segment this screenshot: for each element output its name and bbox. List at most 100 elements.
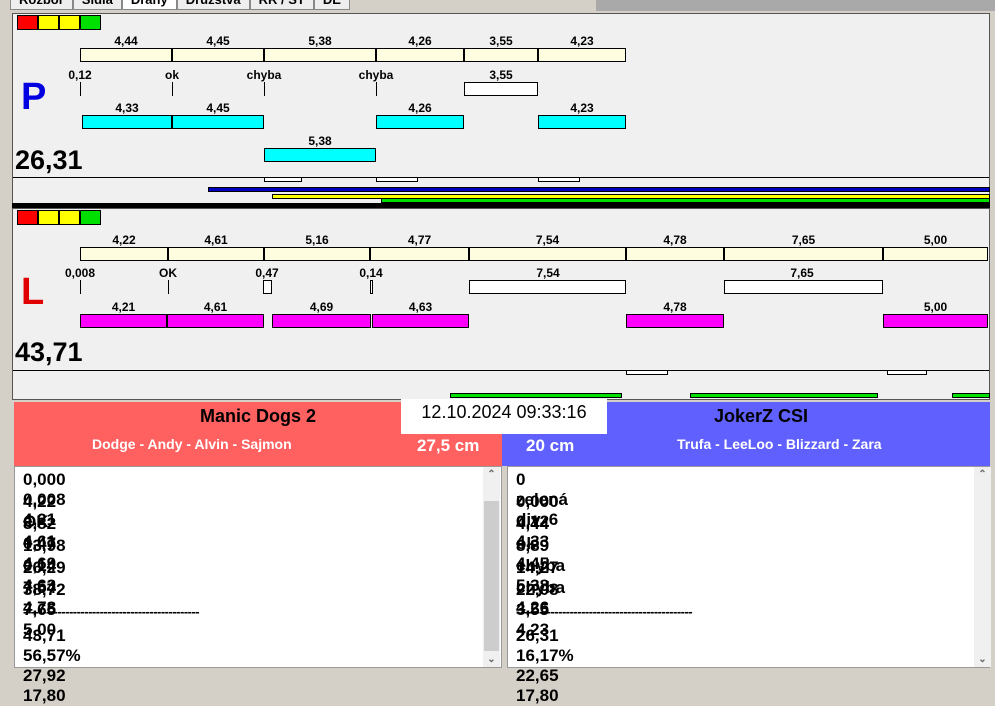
- lane-total: 43,71: [15, 337, 83, 367]
- run-bar: [372, 314, 469, 328]
- scroll-down-icon[interactable]: ⌄: [974, 654, 991, 665]
- progress-line: [952, 393, 990, 398]
- tab-druzstva[interactable]: Družstva: [176, 0, 250, 10]
- run-time: 4,45: [206, 101, 230, 115]
- lane-p-panel: 4,44 4,45 5,38 4,26 3,55 4,23 0,12 ok chyba chyba…: [12, 13, 990, 206]
- segment-time: 4,44: [114, 34, 138, 48]
- cell: 0,000: [23, 470, 66, 489]
- cell: 38,72: [23, 580, 66, 599]
- scroll-down-icon[interactable]: ⌄: [483, 654, 500, 665]
- list-row: 13,98 0,14 4,63: [23, 536, 66, 595]
- segment-note: 7,54: [536, 266, 560, 280]
- segment-time: 4,78: [663, 233, 687, 247]
- summary-cell: 16,17%: [516, 646, 574, 665]
- summary-row: 43,71 56,57% 27,92 17,80: [23, 626, 81, 705]
- segment-bar: [80, 48, 172, 62]
- status-light: [17, 15, 38, 30]
- marker: [80, 280, 81, 294]
- list-row: 22,08 3,55 4,23: [516, 580, 559, 639]
- segment-time: 7,65: [791, 233, 816, 247]
- segment-bar: [469, 247, 626, 261]
- cell: 0,000: [516, 492, 559, 511]
- tab-rr-st[interactable]: RR / ST: [249, 0, 314, 10]
- cell: 8,82: [23, 514, 57, 533]
- run-bar: [626, 314, 724, 328]
- scroll-thumb[interactable]: [484, 501, 499, 651]
- small-marker: [538, 177, 580, 182]
- list-row: 38,72 7,65 5,00: [23, 580, 66, 639]
- status-light: [38, 210, 59, 225]
- segment-bar: [724, 247, 883, 261]
- left-team-height: 27,5 cm: [417, 436, 480, 455]
- scroll-up-icon[interactable]: ⌃: [974, 469, 991, 480]
- right-team-height: 20 cm: [526, 436, 575, 455]
- run-time: 4,26: [408, 101, 432, 115]
- run-bar: [264, 148, 376, 162]
- status-light: [17, 210, 38, 225]
- segment-time: 7,54: [535, 233, 560, 247]
- segment-bar: [883, 247, 988, 261]
- run-time: 4,61: [203, 300, 228, 314]
- list-row: 0,000 0,008 4,21: [23, 470, 66, 529]
- segment-note: chyba: [246, 68, 282, 82]
- tab-sidla[interactable]: Sidla: [72, 0, 122, 10]
- right-scrollbar[interactable]: ⌃ ⌄: [974, 467, 991, 667]
- list-row: 4,44 ok 4,45: [516, 514, 550, 573]
- cell: 13,98: [23, 536, 66, 555]
- list-row: 0,000 0,12 4,33: [516, 492, 559, 551]
- small-marker: [626, 370, 668, 375]
- run-time: 4,33: [115, 101, 139, 115]
- left-scrollbar[interactable]: ⌃ ⌄: [483, 467, 500, 667]
- run-bar: [376, 115, 464, 129]
- right-results-list[interactable]: ⌃ ⌄ 0 zelená div. 6 0,000 0,12 4,33 4,44 ok 4,45…: [507, 466, 991, 705]
- datetime: 12.10.2024 09:33:16: [401, 399, 607, 434]
- cell: 4,44: [516, 514, 550, 533]
- list-header-row: 0 zelená div. 6: [516, 470, 568, 529]
- list-row: 4,22 OK 4,61: [23, 492, 56, 551]
- segment-note: 0,008: [64, 266, 96, 280]
- cell: 8,89: [516, 536, 550, 555]
- tab-drahy[interactable]: Dráhy: [121, 0, 177, 10]
- segment-bar: [168, 247, 264, 261]
- lane-total: 26,31: [15, 145, 83, 175]
- segment-bar: [80, 247, 168, 261]
- cell: 22,08: [516, 580, 559, 599]
- run-time: 4,63: [408, 300, 433, 314]
- run-time: 4,78: [663, 300, 687, 314]
- marker: [469, 280, 626, 294]
- run-time: 4,21: [111, 300, 136, 314]
- left-results-list[interactable]: ⌃ ⌄ 0,000 0,008 4,21 4,22 OK 4,61 8,82 0,47 4,69…: [14, 466, 502, 705]
- tab-rozbor[interactable]: Rozbor: [10, 0, 73, 10]
- tab-bar: Rozbor Sidla Dráhy Družstva RR / ST DE: [10, 0, 350, 10]
- right-team-dogs: Trufa - LeeLoo - Blizzard - Zara: [677, 436, 882, 452]
- status-light: [38, 15, 59, 30]
- progress-line: [450, 393, 622, 398]
- separator: ----------------------------------------…: [516, 604, 693, 619]
- small-marker: [887, 370, 927, 375]
- scroll-up-icon[interactable]: ⌃: [483, 469, 500, 480]
- segment-note: 0,12: [68, 68, 92, 82]
- segment-bar: [626, 247, 724, 261]
- summary-row: 26,31 16,17% 22,65 17,80: [516, 626, 574, 705]
- marker: [168, 280, 169, 294]
- segment-time: 4,61: [204, 233, 228, 247]
- summary-cell: 17,80: [23, 686, 66, 705]
- segment-bar: [538, 48, 626, 62]
- run-bar: [272, 314, 371, 328]
- run-time: 4,69: [309, 300, 334, 314]
- segment-time: 4,23: [570, 34, 594, 48]
- segment-time: 5,16: [305, 233, 329, 247]
- progress-line: [208, 187, 990, 192]
- marker: [724, 280, 883, 294]
- status-light: [80, 15, 101, 30]
- tab-de[interactable]: DE: [313, 0, 350, 10]
- summary-cell: 26,31: [516, 626, 559, 645]
- summary-cell: 56,57%: [23, 646, 81, 665]
- segment-time: 5,38: [308, 34, 332, 48]
- marker: [376, 82, 377, 96]
- marker: [172, 82, 173, 96]
- marker: [263, 280, 272, 294]
- run-time: 5,38: [308, 134, 332, 148]
- segment-time: 4,45: [206, 34, 230, 48]
- segment-bar: [464, 48, 538, 62]
